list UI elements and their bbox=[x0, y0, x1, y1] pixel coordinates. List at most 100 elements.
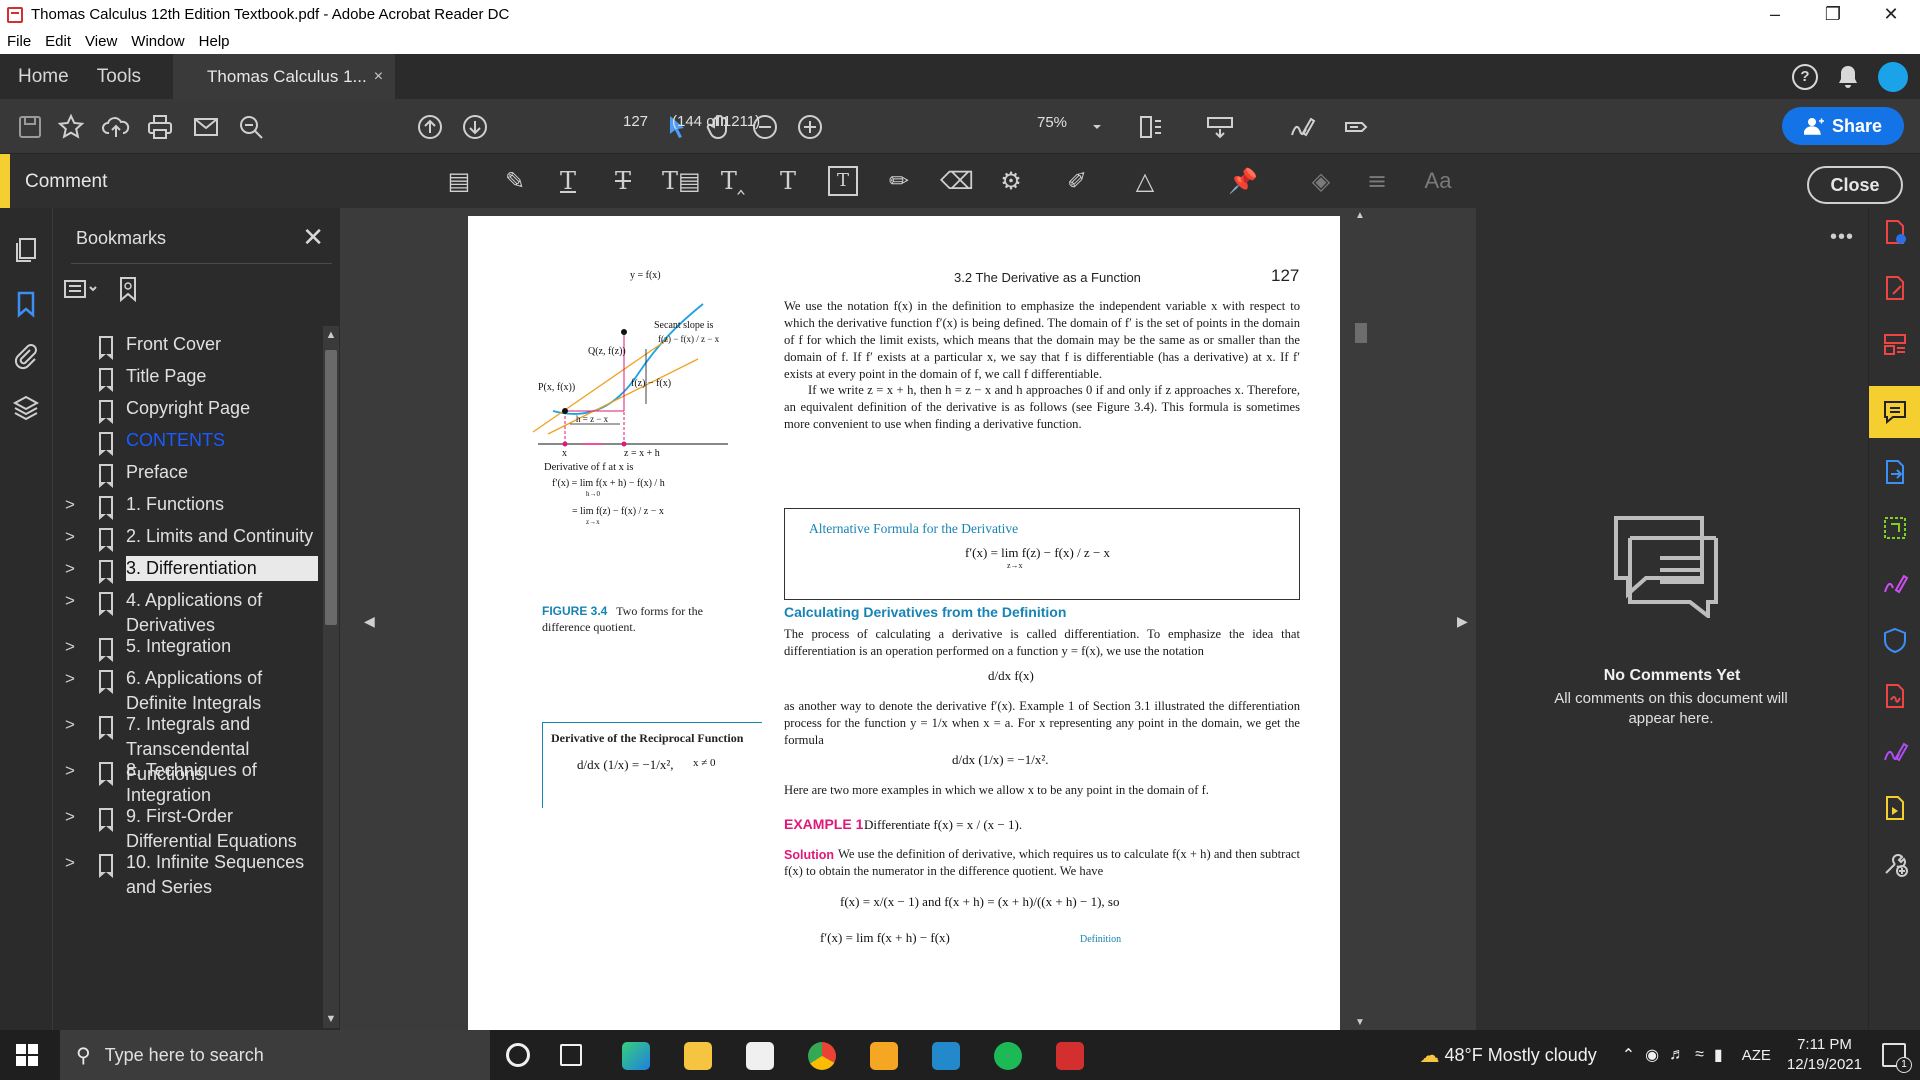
pencil-icon[interactable]: ✏ bbox=[884, 166, 914, 196]
edge-browser-icon[interactable] bbox=[622, 1042, 650, 1070]
expand-chevron-icon[interactable]: > bbox=[65, 556, 75, 581]
close-comment-button[interactable]: Close bbox=[1807, 166, 1903, 204]
insert-text-icon[interactable]: T‸ bbox=[718, 166, 748, 196]
bell-icon[interactable] bbox=[1836, 64, 1860, 90]
menu-help[interactable]: Help bbox=[192, 33, 237, 50]
zoom-search-icon[interactable] bbox=[237, 113, 265, 141]
sticky-note-icon[interactable]: ▤ bbox=[444, 166, 474, 196]
print-icon[interactable] bbox=[146, 113, 174, 141]
acrobat-taskbar-icon[interactable] bbox=[1056, 1042, 1084, 1070]
pin-icon[interactable]: 📌 bbox=[1228, 166, 1258, 196]
document-scrollbar[interactable]: ▲ ▼ bbox=[1352, 208, 1370, 1030]
request-signature-icon[interactable] bbox=[1881, 682, 1909, 710]
close-tab-icon[interactable]: × bbox=[374, 68, 383, 86]
expand-chevron-icon[interactable]: > bbox=[65, 758, 75, 783]
color-fill-icon[interactable]: ◈ bbox=[1306, 166, 1336, 196]
spotify-icon[interactable] bbox=[994, 1042, 1022, 1070]
bookmark-panel-icon[interactable] bbox=[12, 290, 40, 318]
menu-window[interactable]: Window bbox=[124, 33, 191, 50]
language-indicator[interactable]: AZE bbox=[1742, 1047, 1771, 1064]
text-box-icon[interactable]: T bbox=[828, 166, 858, 196]
vscode-icon[interactable] bbox=[932, 1042, 960, 1070]
document-scroll-thumb[interactable] bbox=[1355, 323, 1367, 343]
replace-text-icon[interactable]: T▤ bbox=[662, 166, 701, 196]
expand-chevron-icon[interactable]: > bbox=[65, 712, 75, 737]
collapse-left-panel-icon[interactable]: ◀ bbox=[364, 613, 375, 630]
pages-thumbnail-icon[interactable] bbox=[12, 236, 40, 264]
rich-media-icon[interactable] bbox=[1881, 794, 1909, 822]
expand-chevron-icon[interactable]: > bbox=[65, 666, 75, 691]
document-view[interactable]: ◀ ▶ 3.2 The Derivative as a Function 127… bbox=[340, 208, 1476, 1030]
avatar[interactable] bbox=[1878, 61, 1908, 92]
zoom-level-select[interactable]: 75% bbox=[1037, 114, 1067, 131]
close-window-button[interactable]: ✕ bbox=[1862, 0, 1920, 29]
windows-start-icon[interactable] bbox=[16, 1044, 38, 1066]
page-layout-icon[interactable] bbox=[1137, 113, 1165, 141]
tab-document[interactable]: Thomas Calculus 1... × bbox=[173, 54, 396, 99]
volume-icon[interactable]: ♬ bbox=[1669, 1046, 1685, 1064]
doc-scroll-up-icon[interactable]: ▲ bbox=[1355, 210, 1365, 221]
bookmark-options-icon[interactable] bbox=[63, 274, 99, 304]
sublime-text-icon[interactable] bbox=[870, 1042, 898, 1070]
menu-edit[interactable]: Edit bbox=[38, 33, 78, 50]
keyboard-icon[interactable] bbox=[1206, 113, 1234, 141]
help-icon[interactable]: ? bbox=[1792, 63, 1818, 90]
underline-text-icon[interactable]: T bbox=[553, 166, 583, 196]
highlight-icon[interactable]: ✎ bbox=[500, 166, 530, 196]
expand-chevron-icon[interactable]: > bbox=[65, 850, 75, 875]
shapes-icon[interactable]: △ bbox=[1130, 166, 1160, 196]
doc-scroll-down-icon[interactable]: ▼ bbox=[1355, 1017, 1365, 1028]
bookmarks-scrollbar[interactable]: ▲ ▼ bbox=[323, 326, 339, 1028]
share-button[interactable]: Share bbox=[1782, 107, 1904, 145]
save-icon[interactable] bbox=[16, 113, 44, 141]
weather-text[interactable]: 48°F Mostly cloudy bbox=[1445, 1045, 1597, 1066]
expand-chevron-icon[interactable]: > bbox=[65, 524, 75, 549]
edit-pdf-icon[interactable] bbox=[1881, 274, 1909, 302]
fill-icon[interactable] bbox=[1342, 113, 1370, 141]
sign-icon[interactable] bbox=[1288, 113, 1316, 141]
page-up-icon[interactable] bbox=[416, 113, 444, 141]
taskbar-search-box[interactable]: ⚲ Type here to search bbox=[60, 1030, 490, 1080]
more-options-icon[interactable]: ••• bbox=[1830, 226, 1854, 249]
file-explorer-icon[interactable] bbox=[684, 1042, 712, 1070]
fill-sign-icon[interactable] bbox=[1881, 570, 1909, 598]
camera-icon[interactable]: ◉ bbox=[1645, 1045, 1659, 1065]
strikethrough-text-icon[interactable]: T bbox=[608, 166, 638, 196]
line-style-icon[interactable]: ≡ bbox=[1362, 166, 1392, 196]
menu-view[interactable]: View bbox=[78, 33, 124, 50]
attachments-icon[interactable] bbox=[12, 342, 40, 370]
expand-chevron-icon[interactable]: > bbox=[65, 804, 75, 829]
sign-tool-icon[interactable] bbox=[1881, 738, 1909, 766]
tray-chevron-icon[interactable]: ⌃ bbox=[1622, 1045, 1635, 1065]
star-icon[interactable] bbox=[57, 113, 85, 141]
chrome-icon[interactable] bbox=[808, 1042, 836, 1070]
layers-icon[interactable] bbox=[12, 394, 40, 422]
scroll-up-icon[interactable]: ▲ bbox=[323, 329, 339, 341]
minimize-button[interactable]: – bbox=[1746, 0, 1804, 29]
cortana-icon[interactable] bbox=[506, 1043, 530, 1067]
comment-tool-icon[interactable] bbox=[1881, 398, 1909, 426]
protect-icon[interactable] bbox=[1881, 626, 1909, 654]
clock[interactable]: 7:11 PM 12/19/2021 bbox=[1787, 1035, 1862, 1075]
organize-pages-icon[interactable] bbox=[1881, 330, 1909, 358]
stamp-icon[interactable]: ⚙ bbox=[996, 166, 1026, 196]
expand-chevron-icon[interactable]: > bbox=[65, 634, 75, 659]
zoom-in-icon[interactable] bbox=[796, 113, 824, 141]
eraser-icon[interactable]: ⌫ bbox=[940, 166, 974, 196]
font-icon[interactable]: Aa bbox=[1418, 166, 1458, 196]
notification-center-icon[interactable]: 1 bbox=[1882, 1043, 1912, 1073]
tab-tools[interactable]: Tools bbox=[87, 66, 159, 88]
bookmarks-scroll-thumb[interactable] bbox=[325, 350, 337, 625]
page-number-input[interactable]: 127 bbox=[623, 113, 665, 130]
expand-right-panel-icon[interactable]: ▶ bbox=[1457, 613, 1468, 630]
compress-icon[interactable] bbox=[1881, 514, 1909, 542]
attach-icon[interactable]: ✐ bbox=[1062, 166, 1092, 196]
microsoft-store-icon[interactable] bbox=[746, 1042, 774, 1070]
wifi-icon[interactable]: ≈ bbox=[1695, 1046, 1704, 1064]
page-down-icon[interactable] bbox=[461, 113, 489, 141]
add-text-icon[interactable]: T bbox=[773, 166, 803, 196]
menu-file[interactable]: File bbox=[0, 33, 38, 50]
battery-icon[interactable]: ▮ bbox=[1714, 1045, 1723, 1065]
restore-button[interactable]: ❐ bbox=[1804, 0, 1862, 29]
export-pdf-icon[interactable] bbox=[1881, 458, 1909, 486]
